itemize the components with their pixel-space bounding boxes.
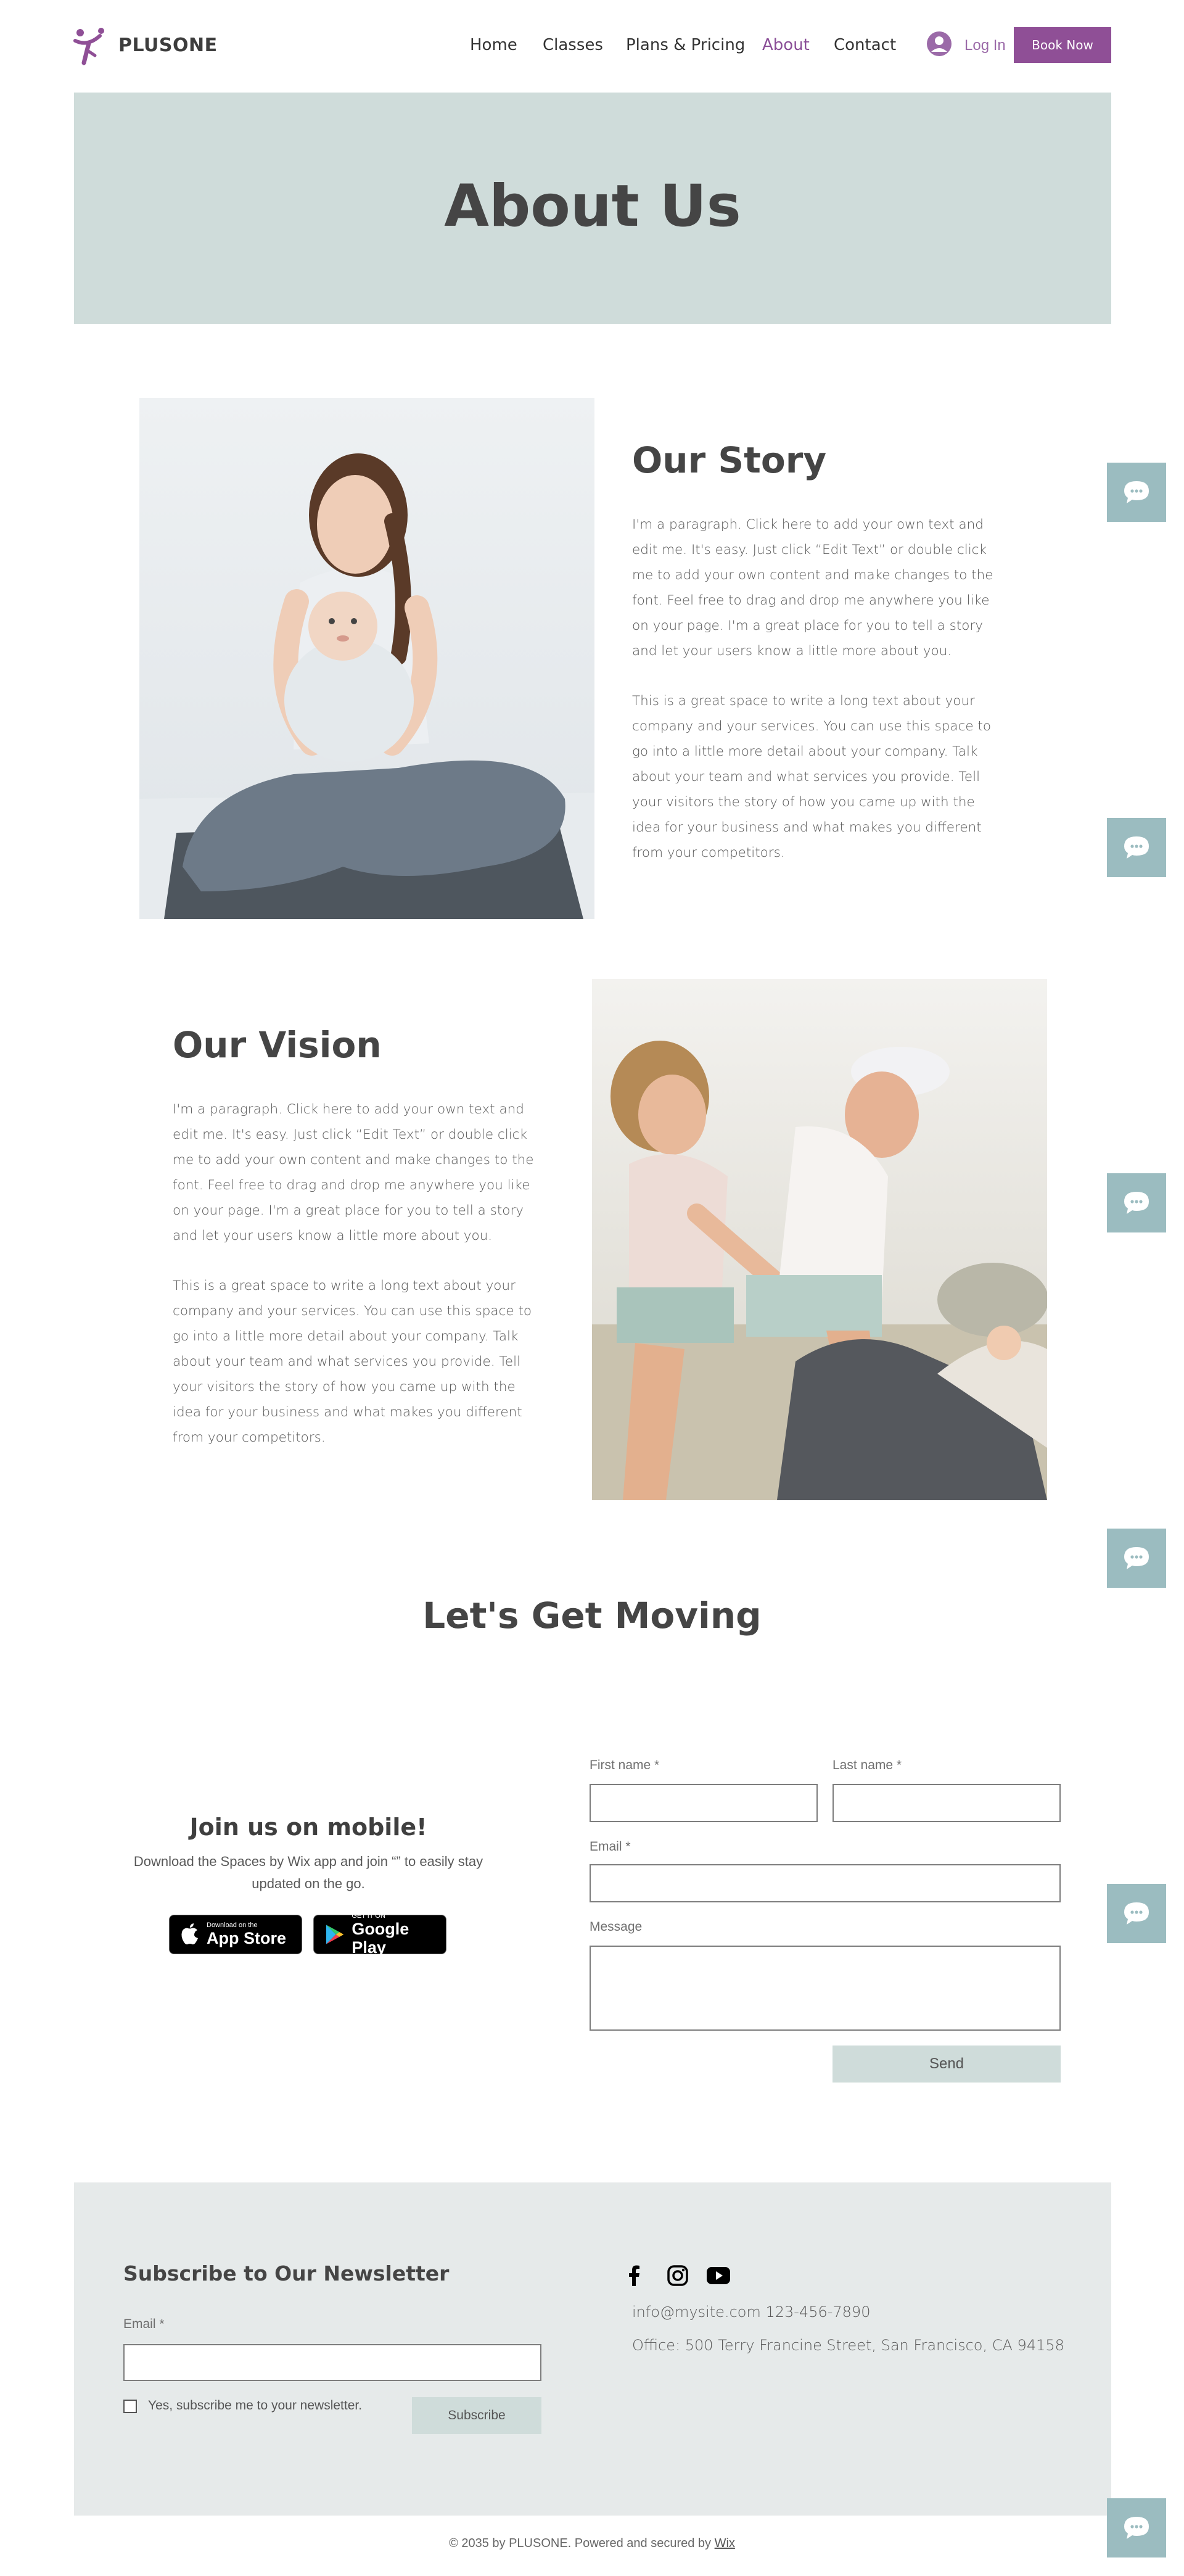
email-field[interactable] (590, 1864, 1061, 1902)
newsletter-email-label: Email * (123, 2317, 165, 2331)
nav-classes[interactable]: Classes (543, 36, 603, 54)
checkbox-label: Yes, subscribe me to your newsletter. (148, 2398, 363, 2413)
nav-plans-pricing[interactable]: Plans & Pricing (626, 36, 745, 54)
chat-bubble-icon (1124, 481, 1149, 503)
vision-title: Our Vision (173, 1024, 382, 1066)
message-label: Message (590, 1920, 643, 1934)
chat-bubble-icon (1124, 1902, 1149, 1925)
first-name-field[interactable] (590, 1784, 818, 1822)
first-name-label: First name * (590, 1758, 660, 1772)
vision-paragraph-2: This is a great space to write a long te… (173, 1278, 532, 1445)
subscribe-button[interactable]: Subscribe (412, 2397, 541, 2434)
vision-paragraph-1: I'm a paragraph. Click here to add your … (173, 1102, 534, 1244)
chat-button-3[interactable] (1107, 1173, 1166, 1232)
book-now-button[interactable]: Book Now (1014, 27, 1111, 63)
youtube-icon[interactable] (707, 2266, 730, 2285)
chat-bubble-icon (1124, 1547, 1149, 1569)
mobile-description: Download the Spaces by Wix app and join … (133, 1854, 483, 1891)
brand-name[interactable]: PLUSONE (118, 35, 218, 56)
chat-button-2[interactable] (1107, 818, 1166, 877)
page-title: About Us (444, 173, 741, 240)
contact-email-phone[interactable]: info@mysite.com 123-456-7890 (632, 2303, 870, 2321)
story-paragraph-2: This is a great space to write a long te… (632, 693, 992, 861)
moving-title: Let's Get Moving (422, 1595, 762, 1637)
chat-bubble-icon (1124, 836, 1149, 859)
newsletter-email-field[interactable] (123, 2344, 541, 2381)
nav-home[interactable]: Home (470, 36, 517, 54)
newsletter-title: Subscribe to Our Newsletter (123, 2261, 450, 2285)
nav-contact[interactable]: Contact (834, 36, 896, 54)
user-avatar-icon[interactable] (926, 31, 952, 57)
wix-link[interactable]: Wix (715, 2537, 735, 2550)
chat-button-5[interactable] (1107, 1884, 1166, 1943)
send-button[interactable]: Send (832, 2046, 1061, 2083)
last-name-field[interactable] (832, 1784, 1061, 1822)
mobile-title: Join us on mobile! (189, 1814, 427, 1841)
chat-button-4[interactable] (1107, 1529, 1166, 1588)
instagram-icon[interactable] (667, 2265, 688, 2286)
mother-baby-photo (139, 398, 594, 919)
chat-button-6[interactable] (1107, 2498, 1166, 2557)
copyright: © 2035 by PLUSONE. Powered and secured b… (449, 2537, 735, 2550)
email-label: Email * (590, 1839, 631, 1854)
login-link[interactable]: Log In (964, 37, 1006, 54)
chat-bubble-icon (1124, 1192, 1149, 1214)
logo-figure-icon[interactable] (73, 27, 109, 65)
last-name-label: Last name * (832, 1758, 902, 1772)
hero-banner: About Us (74, 93, 1111, 324)
google-play-button[interactable]: GET IT ON Google Play (313, 1912, 446, 1957)
story-paragraph-1: I'm a paragraph. Click here to add your … (632, 517, 993, 659)
mothers-stroller-photo (592, 979, 1047, 1500)
apple-icon (181, 1923, 198, 1945)
chat-button-1[interactable] (1107, 463, 1166, 522)
story-title: Our Story (632, 439, 827, 481)
subscribe-checkbox[interactable] (123, 2400, 137, 2413)
contact-address: Office: 500 Terry Francine Street, San F… (632, 2337, 1064, 2354)
nav-about[interactable]: About (762, 36, 810, 54)
message-field[interactable] (590, 1946, 1061, 2031)
facebook-icon[interactable] (628, 2265, 640, 2286)
chat-bubble-icon (1124, 2517, 1149, 2539)
google-play-icon (326, 1925, 344, 1944)
app-store-button[interactable]: Download on the App Store (169, 1915, 302, 1954)
